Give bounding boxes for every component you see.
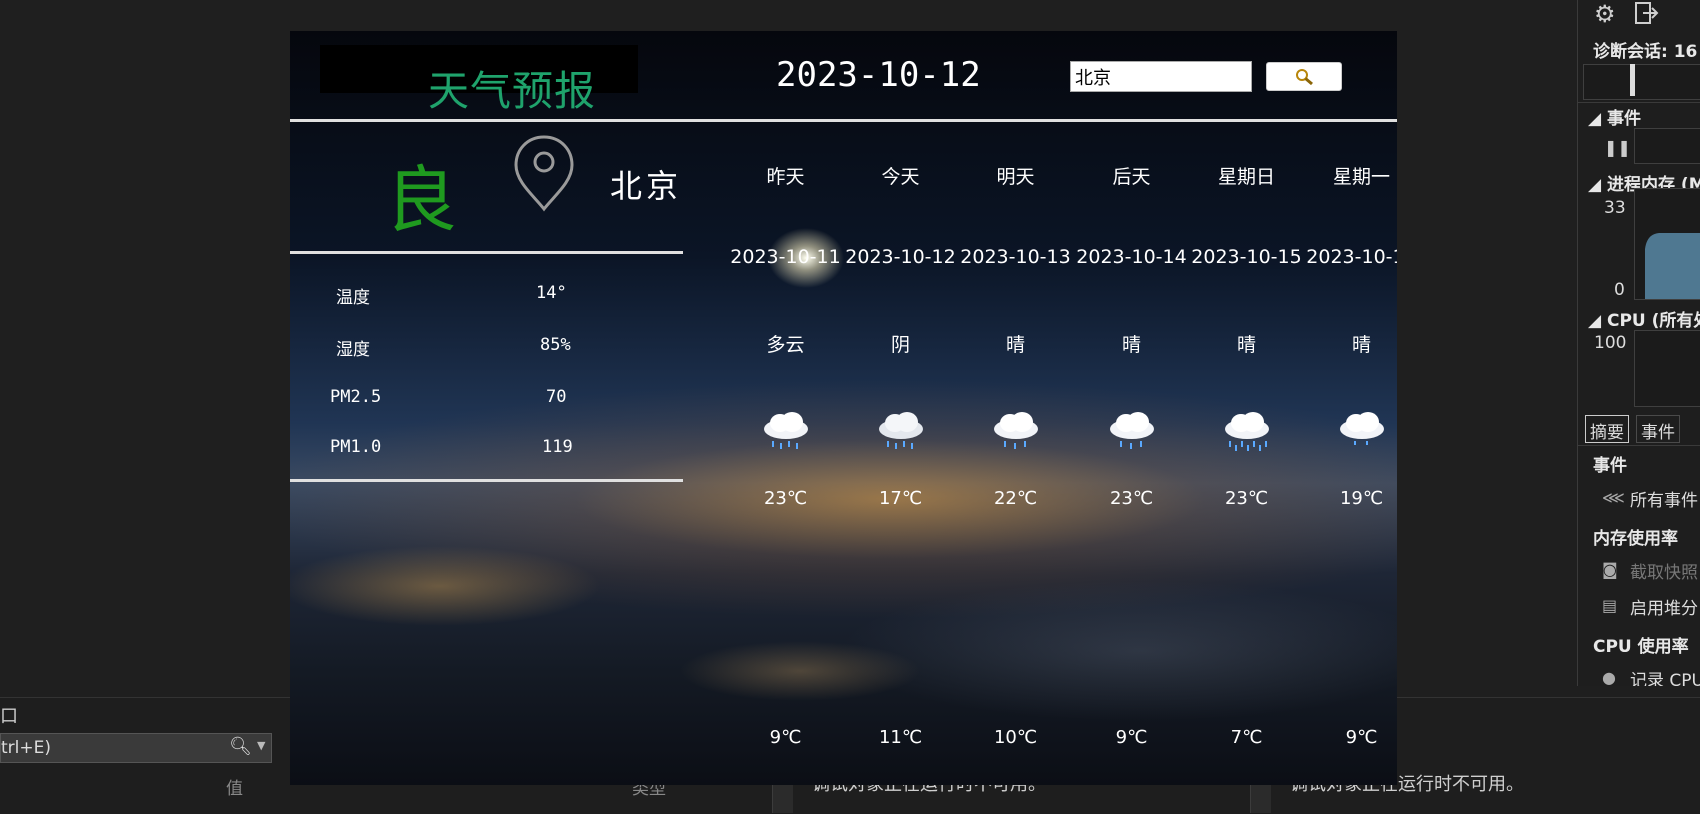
day-condition: 阴 xyxy=(890,334,910,356)
search-icon[interactable]: 🔍︎ xyxy=(229,736,252,757)
weather-window: 天气预报 2023-10-12 良 北京 温度 14° 湿度 85% PM2.5… xyxy=(290,31,1397,785)
enable-heap-button[interactable]: 启用堆分 xyxy=(1630,594,1698,619)
memory-section-title: 内存使用率 xyxy=(1593,529,1678,549)
day-condition: 晴 xyxy=(1351,334,1371,356)
day-high-temp: 23℃ xyxy=(1224,488,1269,509)
humidity-value: 85% xyxy=(540,335,571,355)
cpu-header[interactable]: ◢ CPU (所有处 xyxy=(1588,306,1700,331)
day-name: 今天 xyxy=(881,166,920,188)
pm10-label: PM1.0 xyxy=(330,437,382,457)
location-name: 北京 xyxy=(610,167,683,205)
heap-icon: ▤ xyxy=(1602,596,1618,615)
memory-max-label: 33 xyxy=(1604,198,1626,218)
column-header-value[interactable]: 值 xyxy=(226,774,243,799)
diagnostic-panel: ⚙ 诊断会话: 16 ◢ 事件 ❚❚ ◢ 进程内存 (M 33 0 ◢ CPU … xyxy=(1577,0,1700,686)
day-date: 2023-10-11 xyxy=(730,246,841,268)
events-header[interactable]: ◢ 事件 xyxy=(1588,104,1641,129)
memory-graph xyxy=(1634,188,1700,300)
session-label: 诊断会话: 16 xyxy=(1593,42,1698,62)
take-snapshot-button[interactable]: 截取快照 xyxy=(1630,558,1698,583)
day-date: 2023-10-13 xyxy=(960,246,1071,268)
ide-search-input[interactable]: trl+E) 🔍︎ ▼ xyxy=(0,733,272,763)
day-name: 后天 xyxy=(1112,166,1151,188)
rain-cloud-icon xyxy=(1074,411,1189,455)
record-cpu-button[interactable]: 记录 CPU xyxy=(1630,666,1700,686)
day-condition: 晴 xyxy=(1121,334,1141,356)
day-low-temp: 9℃ xyxy=(1345,727,1378,748)
cpu-graph xyxy=(1634,330,1700,407)
day-high-temp: 23℃ xyxy=(763,488,808,509)
day-condition: 晴 xyxy=(1236,334,1256,356)
events-timeline xyxy=(1634,128,1700,164)
day-date: 2023-10-12 xyxy=(845,246,956,268)
gear-icon[interactable]: ⚙ xyxy=(1594,0,1616,28)
rain-cloud-icon xyxy=(728,411,843,455)
day-name: 星期日 xyxy=(1217,166,1275,188)
pm10-value: 119 xyxy=(542,437,573,457)
heavy-rain-cloud-icon xyxy=(1189,411,1304,459)
ide-window-title: 口 xyxy=(0,706,18,727)
day-name: 星期一 xyxy=(1332,166,1390,188)
day-low-temp: 7℃ xyxy=(1230,727,1263,748)
stats-bottom-divider xyxy=(290,479,683,482)
day-low-temp: 9℃ xyxy=(769,727,802,748)
day-high-temp: 19℃ xyxy=(1339,488,1384,509)
rain-cloud-icon xyxy=(843,411,958,455)
pm25-label: PM2.5 xyxy=(330,387,382,407)
events-section-title: 事件 xyxy=(1593,456,1627,476)
city-search-input[interactable] xyxy=(1070,61,1252,92)
day-low-temp: 9℃ xyxy=(1115,727,1148,748)
search-button[interactable] xyxy=(1266,62,1342,91)
pause-icon[interactable]: ❚❚ xyxy=(1604,138,1631,157)
tab-summary[interactable]: 摘要 xyxy=(1585,415,1629,443)
ide-search-text: trl+E) xyxy=(1,738,51,758)
temperature-value: 14° xyxy=(536,283,567,303)
pm25-value: 70 xyxy=(546,387,567,407)
camera-icon: ◙ xyxy=(1602,560,1618,579)
day-date: 2023-10-14 xyxy=(1076,246,1187,268)
day-high-temp: 23℃ xyxy=(1109,488,1154,509)
day-condition: 多云 xyxy=(766,334,805,356)
memory-min-label: 0 xyxy=(1614,280,1625,300)
cpu-section-title: CPU 使用率 xyxy=(1593,637,1689,657)
timeline-ruler[interactable] xyxy=(1583,64,1700,100)
app-title: 天气预报 xyxy=(428,67,596,115)
day-name: 明天 xyxy=(996,166,1035,188)
export-icon[interactable] xyxy=(1633,0,1659,32)
temperature-label: 温度 xyxy=(336,288,370,308)
day-high-temp: 17℃ xyxy=(878,488,923,509)
rain-cloud-icon xyxy=(958,411,1073,455)
day-name: 昨天 xyxy=(766,166,805,188)
air-quality-level: 良 xyxy=(385,158,458,242)
humidity-label: 湿度 xyxy=(336,340,370,360)
day-high-temp: 22℃ xyxy=(993,488,1038,509)
record-icon: ● xyxy=(1602,668,1616,686)
day-low-temp: 11℃ xyxy=(878,727,923,748)
search-icon xyxy=(1296,69,1313,86)
header-divider xyxy=(290,119,1397,122)
all-events-icon: ⋘ xyxy=(1602,488,1625,507)
location-pin-icon xyxy=(512,134,576,216)
stats-top-divider xyxy=(290,251,683,254)
current-date: 2023-10-12 xyxy=(776,55,981,95)
all-events-link[interactable]: 所有事件 xyxy=(1630,486,1698,511)
day-low-temp: 10℃ xyxy=(993,727,1038,748)
title-box: 天气预报 xyxy=(320,45,638,115)
cpu-max-label: 100 xyxy=(1594,333,1627,353)
light-rain-cloud-icon xyxy=(1304,411,1397,455)
day-condition: 晴 xyxy=(1005,334,1025,356)
chevron-down-icon[interactable]: ▼ xyxy=(257,739,265,752)
day-date: 2023-10-15 xyxy=(1191,246,1302,268)
timeline-handle[interactable] xyxy=(1630,64,1635,96)
tab-events[interactable]: 事件 xyxy=(1636,415,1680,443)
day-date: 2023-10-16 xyxy=(1306,246,1397,268)
